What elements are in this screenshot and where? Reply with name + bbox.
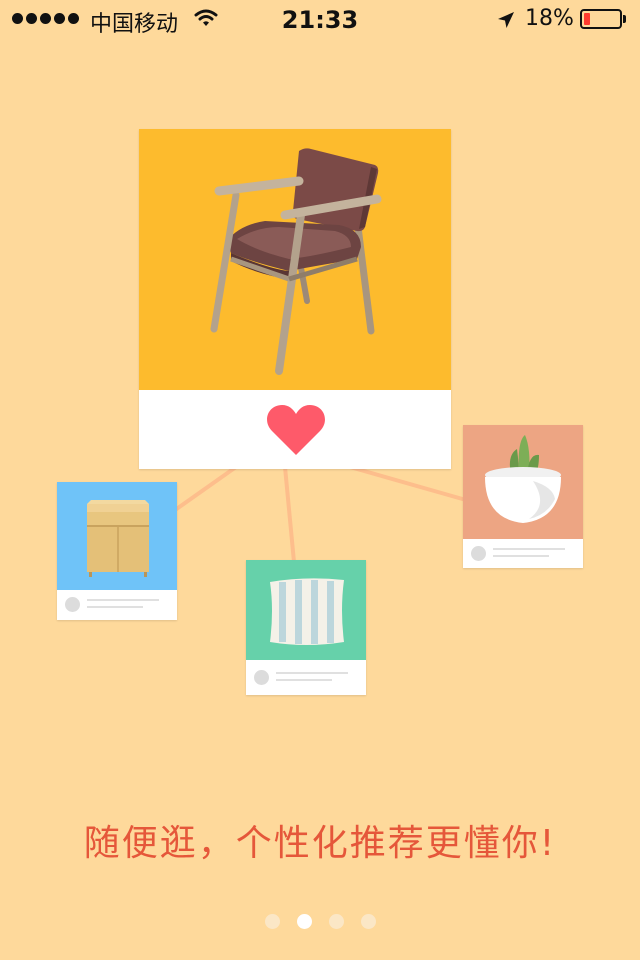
placeholder-text-line xyxy=(87,599,159,601)
onboarding-tagline: 随便逛，个性化推荐更懂你! xyxy=(83,823,557,864)
cabinet-illustration xyxy=(87,500,149,577)
pillow-image xyxy=(246,560,366,660)
heart-icon[interactable] xyxy=(266,403,326,461)
avatar xyxy=(471,546,486,561)
page-indicator[interactable] xyxy=(0,914,640,929)
avatar xyxy=(254,670,269,685)
placeholder-text-line xyxy=(87,606,143,608)
product-card-cabinet[interactable] xyxy=(57,482,177,620)
placeholder-text-line xyxy=(276,679,332,681)
main-card-footer xyxy=(139,390,451,469)
page-dot[interactable] xyxy=(264,914,280,929)
connector-line xyxy=(283,466,296,563)
placeholder-text-line xyxy=(493,555,549,557)
product-card-plant[interactable] xyxy=(463,425,583,568)
armchair-image xyxy=(139,129,451,390)
connector-line xyxy=(349,465,467,502)
page-dot-active[interactable] xyxy=(296,914,312,929)
pillow-illustration xyxy=(270,578,344,645)
main-product-card[interactable] xyxy=(139,129,451,469)
product-card-pillow[interactable] xyxy=(246,560,366,695)
placeholder-text-line xyxy=(493,548,565,550)
connector-line xyxy=(166,465,238,517)
avatar xyxy=(65,597,80,612)
placeholder-text-line xyxy=(276,672,348,674)
armchair-illustration xyxy=(210,148,382,375)
page-dot[interactable] xyxy=(360,914,376,929)
page-dot[interactable] xyxy=(328,914,344,929)
card-footer xyxy=(57,590,177,620)
potted-plant-image xyxy=(463,425,583,539)
cabinet-image xyxy=(57,482,177,590)
card-footer xyxy=(463,539,583,568)
potted-plant-illustration xyxy=(485,435,561,523)
card-footer xyxy=(246,660,366,695)
